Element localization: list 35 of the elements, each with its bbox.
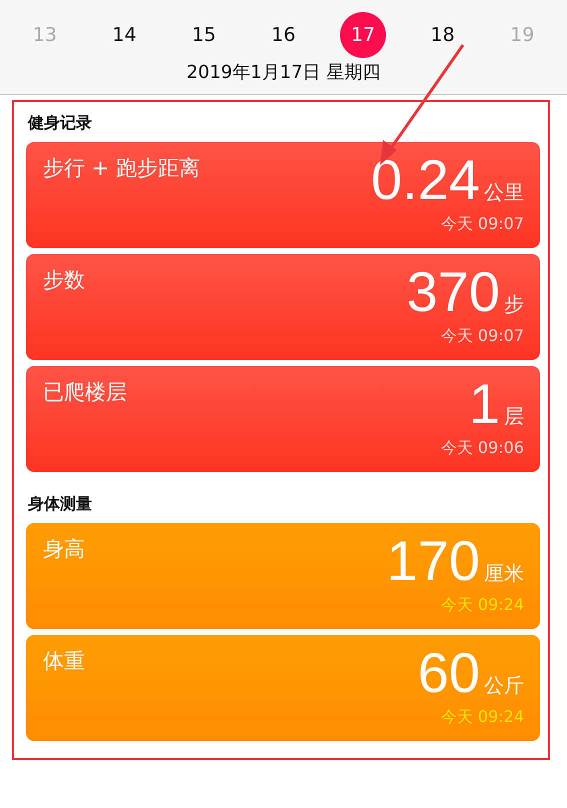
metric-card[interactable]: 体重 60 公斤 今天 09:24 xyxy=(26,635,540,741)
metric-time: 今天 09:24 xyxy=(440,707,524,728)
metric-value: 1 xyxy=(468,376,500,432)
metric-value: 370 xyxy=(406,264,500,320)
section-title: 身体测量 xyxy=(28,494,93,515)
day-button[interactable]: 19 xyxy=(499,12,546,58)
metric-value: 0.24 xyxy=(371,152,480,208)
metric-title: 已爬楼层 xyxy=(43,379,127,406)
metric-unit: 步 xyxy=(504,291,524,318)
metric-unit: 公斤 xyxy=(484,672,524,699)
day-button[interactable]: 13 xyxy=(22,12,68,58)
section-title: 健身记录 xyxy=(28,113,93,134)
day-button[interactable]: 16 xyxy=(260,12,306,58)
metric-card[interactable]: 已爬楼层 1 层 今天 09:06 xyxy=(26,366,540,472)
metric-time: 今天 09:07 xyxy=(440,214,524,235)
metric-title: 体重 xyxy=(43,648,85,675)
metric-unit: 层 xyxy=(504,403,524,430)
metric-card[interactable]: 身高 170 厘米 今天 09:24 xyxy=(26,523,540,629)
metric-card[interactable]: 步数 370 步 今天 09:07 xyxy=(26,254,540,360)
date-label: 2019年1月17日 星期四 xyxy=(186,61,382,84)
metric-value: 170 xyxy=(386,533,480,589)
metric-value: 60 xyxy=(418,645,480,701)
metric-time: 今天 09:07 xyxy=(440,326,524,347)
day-button[interactable]: 14 xyxy=(101,12,148,58)
day-button[interactable]: 15 xyxy=(180,12,227,58)
day-button[interactable]: 18 xyxy=(420,12,466,58)
metric-card[interactable]: 步行 + 跑步距离 0.24 公里 今天 09:07 xyxy=(26,142,540,248)
metric-title: 步行 + 跑步距离 xyxy=(43,155,200,182)
metric-time: 今天 09:06 xyxy=(440,438,524,459)
metric-title: 步数 xyxy=(43,267,85,294)
metric-unit: 公里 xyxy=(484,179,524,206)
metric-title: 身高 xyxy=(43,536,85,563)
day-button[interactable]: 17 xyxy=(340,12,386,58)
metric-time: 今天 09:24 xyxy=(440,595,524,616)
metric-unit: 厘米 xyxy=(484,560,524,587)
